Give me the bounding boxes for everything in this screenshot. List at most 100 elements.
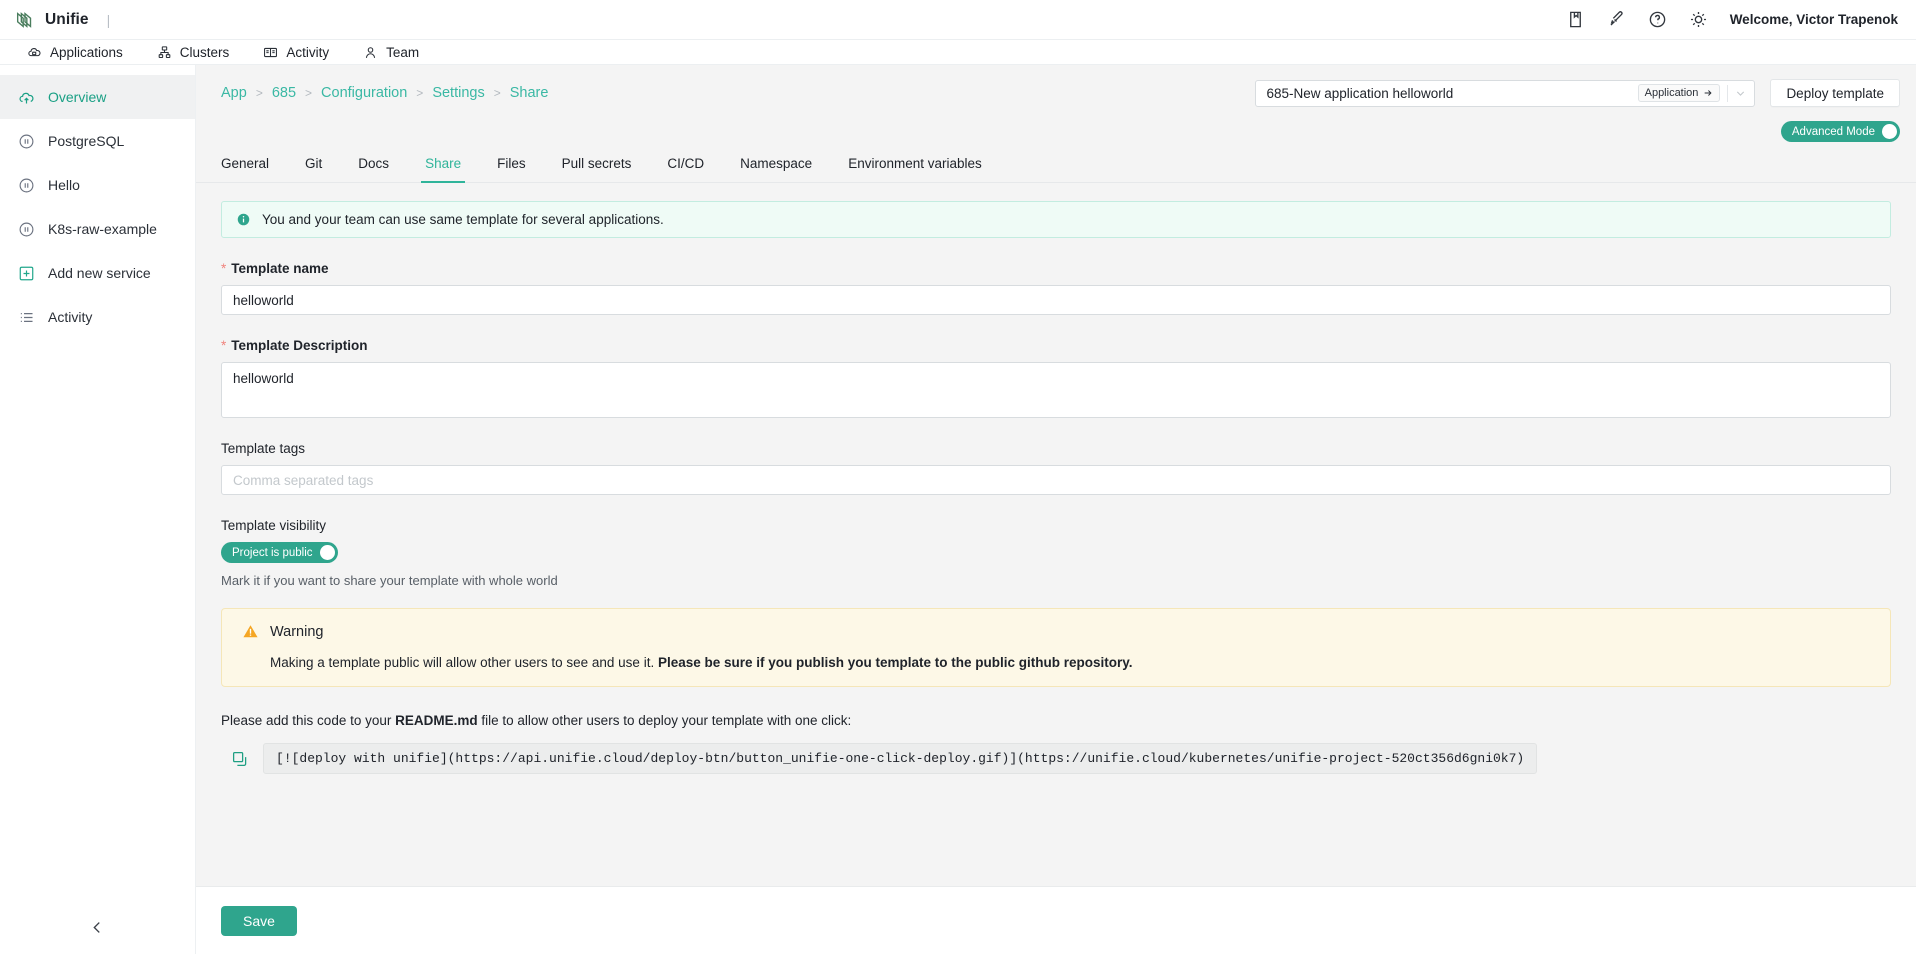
- pause-circle-icon: [19, 134, 34, 148]
- nav-item-label: Applications: [50, 44, 123, 60]
- project-public-toggle[interactable]: Project is public: [221, 542, 338, 563]
- required-asterisk: *: [221, 261, 227, 276]
- plus-square-icon: [19, 266, 34, 280]
- chevron-down-icon[interactable]: [1735, 88, 1746, 99]
- sidebar: Overview PostgreSQL Hello K8s-raw-exampl…: [0, 65, 196, 954]
- sidebar-item-label: Activity: [48, 309, 93, 325]
- app-root: Unifie | Welcome, Victor Trapenok Applic…: [0, 0, 1916, 954]
- breadcrumb-item-685[interactable]: 685: [272, 85, 296, 101]
- copy-icon[interactable]: [231, 750, 249, 768]
- toggle-knob: [1882, 124, 1897, 139]
- body: Overview PostgreSQL Hello K8s-raw-exampl…: [0, 65, 1916, 954]
- select-divider: [1727, 84, 1729, 102]
- main-scroll-area: App > 685 > Configuration > Settings > S…: [196, 65, 1916, 886]
- book-open-icon: [264, 47, 278, 57]
- template-visibility-hint: Mark it if you want to share your templa…: [221, 573, 558, 588]
- warning-title: Warning: [270, 623, 324, 640]
- sidebar-item-label: Hello: [48, 177, 80, 193]
- code-snippet[interactable]: [![deploy with unifie](https://api.unifi…: [263, 743, 1538, 774]
- deploy-template-button[interactable]: Deploy template: [1770, 79, 1900, 107]
- share-form: You and your team can use same template …: [196, 183, 1916, 774]
- template-description-textarea[interactable]: [221, 362, 1891, 418]
- template-name-field: * Template name: [221, 261, 1891, 315]
- form-footer: Save: [196, 886, 1916, 954]
- sidebar-item-overview[interactable]: Overview: [0, 75, 195, 119]
- tab-namespace[interactable]: Namespace: [722, 146, 830, 182]
- info-banner: You and your team can use same template …: [221, 201, 1891, 238]
- sidebar-item-postgresql[interactable]: PostgreSQL: [0, 119, 195, 163]
- tab-pull-secrets[interactable]: Pull secrets: [544, 146, 650, 182]
- readme-instruction: Please add this code to your README.md f…: [221, 713, 1891, 728]
- nav-item-applications[interactable]: Applications: [10, 40, 140, 65]
- header-actions: 685-New application helloworld Applicati…: [1255, 79, 1900, 142]
- cloud-apps-icon: [28, 47, 41, 56]
- cluster-icon: [158, 45, 171, 58]
- brand-name: Unifie: [45, 10, 89, 28]
- sidebar-item-k8s-raw-example[interactable]: K8s-raw-example: [0, 207, 195, 251]
- tab-git[interactable]: Git: [287, 146, 340, 182]
- tab-cicd[interactable]: CI/CD: [649, 146, 722, 182]
- label-text: Template name: [231, 261, 329, 276]
- toggle-knob: [319, 545, 335, 560]
- tab-files[interactable]: Files: [479, 146, 544, 182]
- sidebar-item-label: PostgreSQL: [48, 133, 125, 149]
- sun-icon[interactable]: [1689, 10, 1708, 29]
- breadcrumb-item-share[interactable]: Share: [510, 85, 549, 101]
- advanced-mode-toggle[interactable]: Advanced Mode: [1780, 121, 1900, 142]
- rocket-icon[interactable]: [1607, 10, 1626, 29]
- advanced-mode-label: Advanced Mode: [1791, 125, 1875, 138]
- settings-tabs: General Git Docs Share Files Pull secret…: [196, 146, 1916, 183]
- breadcrumb-separator: >: [255, 86, 263, 100]
- nav-item-label: Team: [386, 44, 420, 60]
- header-row: App > 685 > Configuration > Settings > S…: [196, 65, 1916, 142]
- template-description-field: * Template Description: [221, 338, 1891, 418]
- application-badge[interactable]: Application: [1637, 84, 1721, 102]
- sidebar-item-hello[interactable]: Hello: [0, 163, 195, 207]
- main-nav: Applications Clusters Activity Team: [0, 40, 1916, 65]
- template-tags-field: Template tags: [221, 441, 1891, 495]
- arrow-right-icon: [1705, 90, 1713, 96]
- sidebar-item-activity[interactable]: Activity: [0, 295, 195, 339]
- main-panel: App > 685 > Configuration > Settings > S…: [196, 65, 1916, 954]
- unifie-logo-icon: [16, 11, 32, 28]
- nav-item-clusters[interactable]: Clusters: [140, 40, 247, 65]
- breadcrumb-item-app[interactable]: App: [221, 85, 247, 101]
- book-icon[interactable]: [1566, 10, 1585, 29]
- tab-general[interactable]: General: [221, 146, 287, 182]
- warning-text-normal: Making a template public will allow othe…: [270, 655, 655, 670]
- breadcrumb-separator: >: [493, 86, 501, 100]
- template-name-input[interactable]: [221, 285, 1891, 315]
- breadcrumb-separator: >: [305, 86, 313, 100]
- nav-item-team[interactable]: Team: [346, 40, 436, 65]
- sidebar-collapse-button[interactable]: [0, 919, 195, 936]
- info-banner-text: You and your team can use same template …: [262, 212, 664, 227]
- tab-docs[interactable]: Docs: [340, 146, 407, 182]
- breadcrumb: App > 685 > Configuration > Settings > S…: [221, 79, 548, 101]
- nav-item-label: Activity: [286, 44, 330, 60]
- sidebar-item-add-new-service[interactable]: Add new service: [0, 251, 195, 295]
- brand[interactable]: Unifie |: [14, 9, 110, 31]
- sidebar-item-label: Overview: [48, 89, 107, 105]
- template-visibility-field: Template visibility Project is public Ma…: [221, 518, 1891, 588]
- template-tags-input[interactable]: [221, 465, 1891, 495]
- top-bar: Unifie | Welcome, Victor Trapenok: [0, 0, 1916, 40]
- welcome-label: Welcome, Victor Trapenok: [1729, 12, 1898, 27]
- breadcrumb-item-settings[interactable]: Settings: [432, 85, 484, 101]
- application-select[interactable]: 685-New application helloworld Applicati…: [1255, 79, 1756, 107]
- readme-suffix: file to allow other users to deploy your…: [477, 713, 852, 728]
- required-asterisk: *: [221, 338, 227, 353]
- save-button[interactable]: Save: [221, 905, 297, 936]
- tab-environment-variables[interactable]: Environment variables: [830, 146, 1000, 182]
- help-circle-icon[interactable]: [1648, 10, 1667, 29]
- tab-share[interactable]: Share: [407, 146, 479, 183]
- label-text: Template Description: [231, 338, 368, 353]
- user-icon: [365, 46, 376, 58]
- readme-filename: README.md: [395, 713, 478, 728]
- breadcrumb-separator: >: [416, 86, 424, 100]
- warning-triangle-icon: [243, 625, 258, 638]
- header-actions-row: 685-New application helloworld Applicati…: [1255, 79, 1900, 107]
- breadcrumb-item-configuration[interactable]: Configuration: [321, 85, 407, 101]
- chevron-left-icon: [93, 922, 100, 933]
- nav-item-activity[interactable]: Activity: [246, 40, 346, 65]
- application-select-value: 685-New application helloworld: [1266, 85, 1454, 101]
